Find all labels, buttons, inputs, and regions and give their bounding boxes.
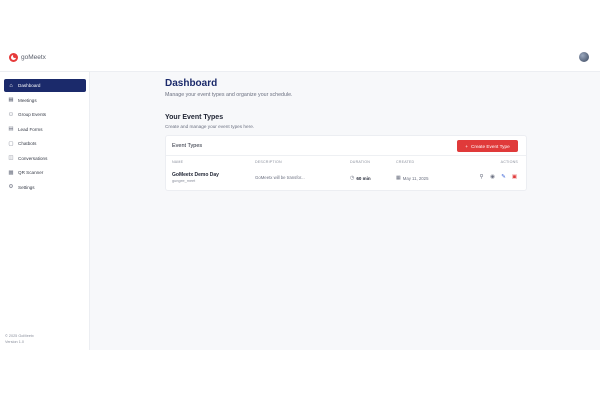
sidebar-item-lead-forms[interactable]: ▤ Lead Forms — [4, 123, 86, 136]
sidebar-item-label: Group Events — [18, 112, 47, 117]
card-title: Event Types — [172, 143, 203, 149]
column-header-duration: DURATION — [350, 160, 371, 164]
event-duration: ◷ 60 min — [350, 175, 371, 181]
card-header: Event Types + Create Event Type — [166, 136, 526, 156]
sidebar-item-group-events[interactable]: ⚇ Group Events — [4, 108, 86, 121]
sidebar-item-dashboard[interactable]: ⌂ Dashboard — [4, 79, 86, 92]
sidebar-footer: © 2025 GoMeetx Version 1.0 — [5, 333, 34, 345]
link-icon[interactable]: ⚲ — [478, 174, 485, 181]
sidebar-item-label: QR Scanner — [18, 170, 44, 175]
main-content: Dashboard Manage your event types and or… — [90, 72, 600, 350]
event-description: GoMeetx will be transfor... — [255, 175, 305, 180]
event-name: GoMeetx Demo Day — [172, 172, 219, 178]
create-event-type-button[interactable]: + Create Event Type — [457, 140, 518, 152]
calendar-icon: ▦ — [8, 97, 14, 103]
avatar[interactable] — [579, 52, 589, 62]
sidebar-item-chatbots[interactable]: ▢ Chatbots — [4, 137, 86, 150]
event-types-card: Event Types + Create Event Type NAME DES… — [165, 135, 527, 191]
sidebar-item-label: Dashboard — [18, 83, 41, 88]
column-header-actions: ACTIONS — [500, 160, 518, 164]
table-header: NAME DESCRIPTION DURATION CREATED ACTION… — [166, 160, 526, 167]
trash-icon[interactable]: ▣ — [511, 174, 518, 181]
sidebar-item-label: Chatbots — [18, 141, 37, 146]
clock-icon: ◷ — [350, 175, 355, 181]
top-bar: goMeetx — [0, 44, 600, 72]
row-actions: ⚲ ◉ ✎ ▣ — [478, 174, 518, 181]
calendar-icon: ▦ — [396, 175, 401, 181]
sidebar-item-label: Meetings — [18, 97, 37, 103]
created-value: May 11, 2025 — [402, 175, 429, 181]
column-header-created: CREATED — [396, 160, 415, 164]
sidebar-item-label: Settings — [18, 184, 35, 190]
brand-logo[interactable]: goMeetx — [9, 53, 46, 62]
chat-icon: ▢ — [8, 140, 14, 147]
page-title: Dashboard — [165, 78, 218, 89]
home-icon: ⌂ — [9, 82, 13, 89]
edit-icon[interactable]: ✎ — [500, 174, 507, 181]
sidebar-item-conversations[interactable]: ◫ Conversations — [4, 152, 86, 165]
brand-name: goMeetx — [21, 54, 46, 61]
sidebar-item-meetings[interactable]: ▦ Meetings — [4, 94, 86, 107]
logo-icon — [9, 53, 18, 62]
column-header-name: NAME — [172, 160, 184, 164]
sidebar-item-label: Conversations — [18, 155, 48, 161]
sidebar-nav: ⌂ Dashboard ▦ Meetings ⚇ Group Events ▤ … — [4, 79, 86, 195]
create-event-type-label: Create Event Type — [471, 143, 510, 149]
page-subtitle: Manage your event types and organize you… — [165, 92, 293, 98]
table-row[interactable]: GoMeetx Demo Day gungee_meet GoMeetx wil… — [166, 168, 526, 190]
gear-icon: ⚙ — [8, 184, 14, 190]
section-title: Your Event Types — [165, 114, 224, 121]
conversation-icon: ◫ — [8, 155, 14, 161]
sidebar-item-qr-scanner[interactable]: ▩ QR Scanner — [4, 166, 86, 179]
version-text: Version 1.0 — [5, 340, 24, 344]
duration-value: 60 min — [356, 175, 371, 181]
event-created: ▦ May 11, 2025 — [396, 175, 428, 181]
section-subtitle: Create and manage your event types here. — [165, 124, 255, 129]
group-icon: ⚇ — [8, 111, 14, 118]
plus-icon: + — [465, 143, 468, 149]
column-header-description: DESCRIPTION — [255, 160, 282, 164]
app-window: goMeetx ⌂ Dashboard ▦ Meetings ⚇ Group E… — [0, 44, 600, 350]
form-icon: ▤ — [8, 126, 14, 132]
qr-icon: ▩ — [8, 169, 14, 176]
sidebar-item-label: Lead Forms — [18, 126, 43, 132]
sidebar: ⌂ Dashboard ▦ Meetings ⚇ Group Events ▤ … — [0, 72, 90, 350]
event-slug: gungee_meet — [172, 179, 196, 183]
view-icon[interactable]: ◉ — [489, 174, 496, 181]
sidebar-item-settings[interactable]: ⚙ Settings — [4, 181, 86, 194]
